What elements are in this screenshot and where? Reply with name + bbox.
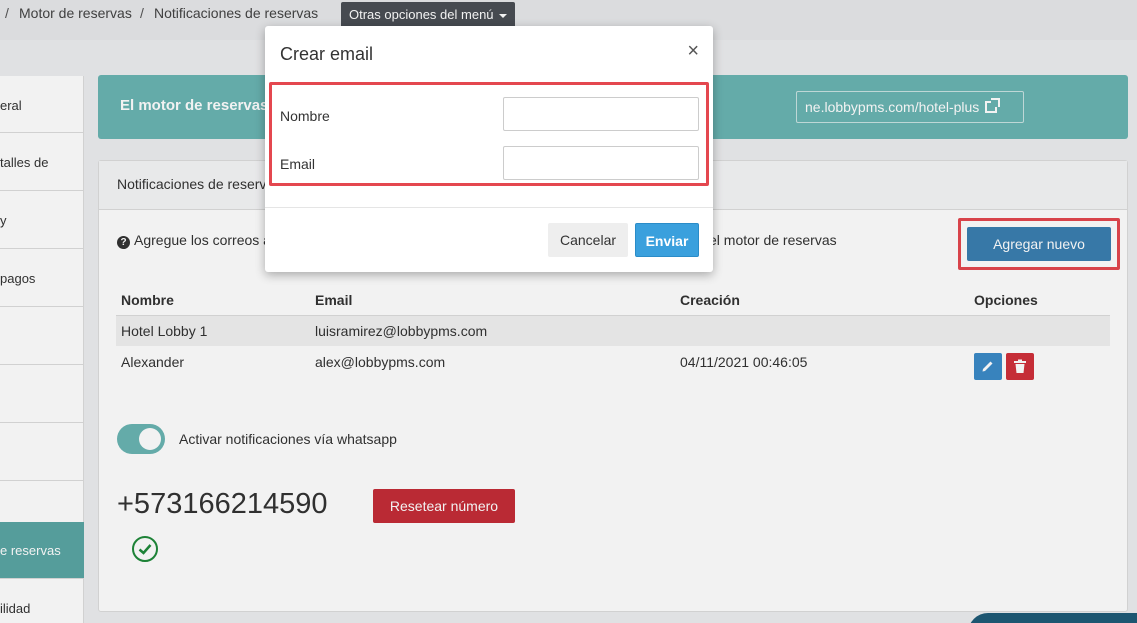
name-input[interactable] xyxy=(503,97,699,131)
create-email-modal: Crear email × Nombre Email Cancelar Envi… xyxy=(265,26,713,272)
email-input[interactable] xyxy=(503,146,699,180)
name-label: Nombre xyxy=(280,108,330,124)
modal-divider xyxy=(265,207,713,208)
cancel-button[interactable]: Cancelar xyxy=(548,223,628,257)
modal-title: Crear email xyxy=(280,44,374,64)
email-label: Email xyxy=(280,156,316,172)
send-button[interactable]: Enviar xyxy=(635,223,699,257)
close-icon[interactable]: × xyxy=(687,40,699,63)
